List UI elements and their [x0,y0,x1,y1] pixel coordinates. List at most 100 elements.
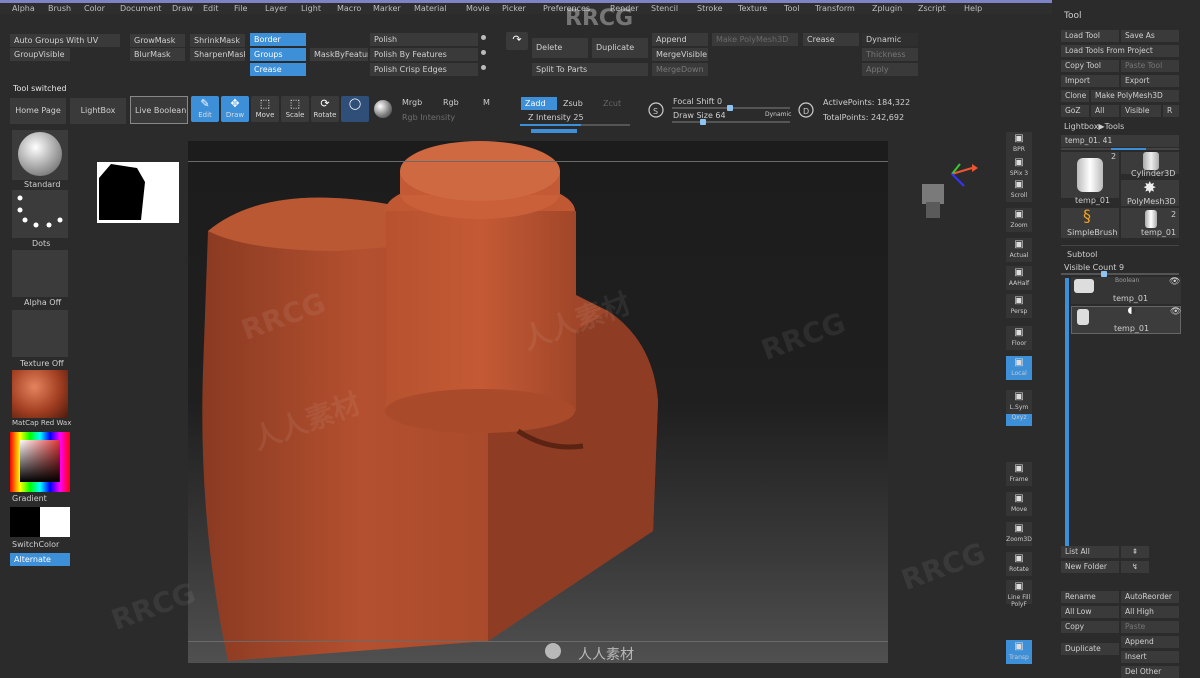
all-high-button[interactable]: All High [1121,606,1179,618]
auto-reorder-button[interactable]: AutoReorder [1121,591,1179,603]
list-all-button[interactable]: List All [1061,546,1119,558]
zadd-toggle[interactable]: Zadd [521,97,557,110]
z-intensity-slider[interactable] [520,124,630,126]
color-picker[interactable] [10,432,70,492]
menu-item-texture[interactable]: Texture [738,4,767,13]
thickness-slider[interactable]: Thickness [862,48,918,61]
dock-local-button[interactable]: ▣ Local [1006,356,1032,380]
brush-preview-button[interactable]: ◯ [341,96,369,122]
sharpen-mask-button[interactable]: SharpenMask [190,48,245,61]
paste-subtool-button[interactable]: Paste [1121,621,1179,633]
mask-by-feature-button[interactable]: MaskByFeature [310,48,368,61]
menu-item-preferences[interactable]: Preferences [543,4,590,13]
polish-crisp-edges-slider[interactable]: Polish Crisp Edges [370,63,478,76]
zcut-toggle[interactable]: Zcut [603,99,621,108]
focal-shift-slider[interactable] [672,105,790,111]
del-other-button[interactable]: Del Other [1121,666,1179,678]
menu-item-help[interactable]: Help [964,4,982,13]
rgb-toggle[interactable]: Rgb [443,98,459,107]
import-button[interactable]: Import [1061,75,1119,87]
copy-subtool-button[interactable]: Copy [1061,621,1119,633]
polish-slider[interactable]: Polish [370,33,478,46]
groups-toggle[interactable]: Groups [250,48,306,61]
subtool-2-boolean-icon[interactable] [1128,307,1135,314]
group-visible-button[interactable]: GroupVisible [10,48,70,61]
draw-size-knob[interactable] [700,119,706,125]
shrink-mask-button[interactable]: ShrinkMask [190,34,245,47]
all-low-button[interactable]: All Low [1061,606,1119,618]
menu-item-light[interactable]: Light [301,4,321,13]
dynamic-button[interactable]: Dynamic [862,33,918,46]
brush-thumbnail[interactable] [12,130,68,180]
subtool-2-eye-icon[interactable]: 👁 [1170,307,1181,317]
subtool-1-eye-icon[interactable]: 👁 [1169,277,1180,287]
alpha-thumbnail[interactable] [12,250,68,297]
draw-size-slider[interactable] [672,119,790,125]
crease-button[interactable]: Crease [803,33,859,46]
make-polymesh-button[interactable]: Make PolyMesh3D [712,33,798,46]
menu-item-marker[interactable]: Marker [373,4,401,13]
lightbox-button[interactable]: LightBox [70,98,126,124]
load-tool-button[interactable]: Load Tool [1061,30,1119,42]
merge-visible-button[interactable]: MergeVisible [652,48,708,61]
insert-subtool-button[interactable]: Insert [1121,651,1179,663]
dock-aahalf-button[interactable]: ▣ AAHalf [1006,266,1032,290]
subtool-header[interactable]: Subtool [1067,250,1097,259]
goz-r-button[interactable]: R [1163,105,1179,117]
dock-zoom3d-button[interactable]: ▣ Zoom3D [1006,522,1032,546]
menu-item-edit[interactable]: Edit [203,4,219,13]
blur-mask-button[interactable]: BlurMask [130,48,185,61]
dock-frame-button[interactable]: ▣ Frame [1006,462,1032,486]
menu-item-document[interactable]: Document [120,4,161,13]
tool-thumb-2[interactable]: Cylinder3D [1121,152,1179,178]
dock-zoom-button[interactable]: ▣ Zoom [1006,208,1032,232]
rename-button[interactable]: Rename [1061,591,1119,603]
material-sphere-icon[interactable] [374,100,392,118]
material-thumbnail[interactable] [12,370,68,418]
tool-thumb-5[interactable]: 2 temp_01 [1121,208,1179,238]
draw-mode-button[interactable]: ✥ Draw [221,96,249,122]
navigation-gizmo[interactable] [912,160,982,230]
duplicate-button[interactable]: Duplicate [592,38,648,58]
menu-item-zscript[interactable]: Zscript [918,4,946,13]
clone-button[interactable]: Clone [1061,90,1089,102]
menu-item-stroke[interactable]: Stroke [697,4,723,13]
rgb-intensity-slider[interactable]: Rgb Intensity [402,113,455,122]
menu-item-render[interactable]: Render [610,4,638,13]
secondary-color-swatch[interactable] [40,507,70,537]
save-as-button[interactable]: Save As [1121,30,1179,42]
scale-mode-button[interactable]: ⬚ Scale [281,96,309,122]
tool-thumb-1[interactable]: 2 temp_01 [1061,152,1119,205]
paste-tool-button[interactable]: Paste Tool [1121,60,1179,72]
border-toggle[interactable]: Border [250,33,306,46]
dock-transp-button[interactable]: ▣ Transp [1006,640,1032,664]
split-to-parts-button[interactable]: Split To Parts [532,63,648,76]
menu-item-draw[interactable]: Draw [172,4,193,13]
dock-spix-button[interactable]: ▣ SPix 3 [1006,156,1032,180]
live-boolean-button[interactable]: Live Boolean [130,96,188,124]
menu-item-movie[interactable]: Movie [466,4,490,13]
make-polymesh3d-button[interactable]: Make PolyMesh3D [1091,90,1179,102]
menu-item-alpha[interactable]: Alpha [12,4,35,13]
texture-thumbnail[interactable] [12,310,68,357]
goz-visible-button[interactable]: Visible [1121,105,1161,117]
draw-size-dynamic-toggle[interactable]: Dynamic [765,111,791,118]
menu-item-material[interactable]: Material [414,4,447,13]
main-color-swatch[interactable] [10,507,40,537]
lightbox-tools-button[interactable]: Lightbox▶Tools [1064,122,1124,131]
focal-shift-knob[interactable] [727,105,733,111]
menu-item-color[interactable]: Color [84,4,105,13]
export-button[interactable]: Export [1121,75,1179,87]
auto-groups-uv-button[interactable]: Auto Groups With UV [10,34,120,47]
subtool-row-1[interactable]: Boolean 👁 temp_01 [1071,277,1181,304]
dock-xyz-button[interactable]: Qxyz [1006,414,1032,426]
polish-by-features-slider[interactable]: Polish By Features [370,48,478,61]
dock-lsym-button[interactable]: ▣ L.Sym [1006,390,1032,414]
menu-item-brush[interactable]: Brush [48,4,71,13]
merge-down-button[interactable]: MergeDown [652,63,708,76]
stroke-thumbnail[interactable] [12,190,68,238]
goz-all-button[interactable]: All [1091,105,1119,117]
delete-button[interactable]: Delete [532,38,588,58]
menu-item-tool[interactable]: Tool [784,4,800,13]
visible-count-slider[interactable] [1061,271,1179,277]
